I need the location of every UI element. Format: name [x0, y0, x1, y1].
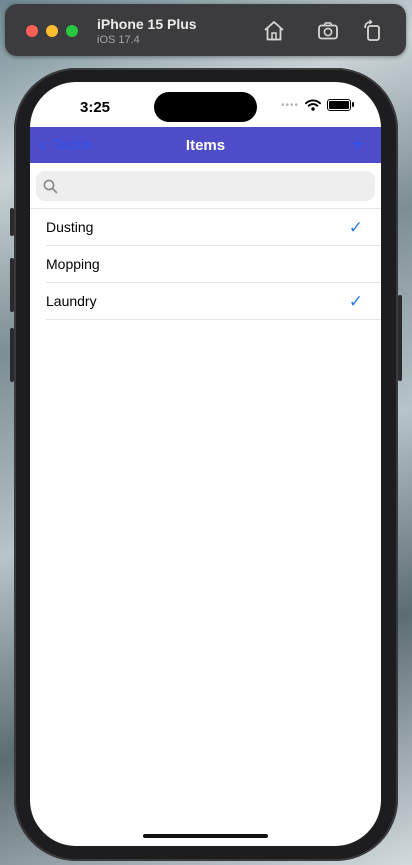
search-bar[interactable]	[36, 171, 375, 201]
zoom-window-button[interactable]	[66, 25, 78, 37]
screenshot-button[interactable]	[316, 19, 340, 43]
battery-icon	[327, 99, 354, 111]
app-screen: 3:25 •••• ‹ Todos Items + Dusting ✓ Mopp…	[30, 82, 381, 846]
checkmark-icon: ✓	[348, 218, 363, 237]
screenshot-icon	[318, 22, 338, 40]
dynamic-island	[154, 92, 257, 122]
navigation-bar: ‹ Todos Items +	[30, 127, 381, 163]
simulator-title-bar: iPhone 15 Plus iOS 17.4	[5, 4, 406, 56]
minimize-window-button[interactable]	[46, 25, 58, 37]
list-item-label: Mopping	[46, 256, 100, 272]
add-item-button[interactable]: +	[351, 133, 364, 155]
search-icon	[43, 179, 58, 193]
volume-up-button[interactable]	[10, 258, 14, 312]
close-window-button[interactable]	[26, 25, 38, 37]
device-name: iPhone 15 Plus	[97, 16, 197, 32]
checkmark-icon: ✓	[348, 292, 363, 311]
list-item-label: Dusting	[46, 219, 94, 235]
home-indicator[interactable]	[143, 834, 268, 838]
cellular-dots-icon: ••••	[280, 99, 299, 111]
items-list: Dusting ✓ Mopping Laundry ✓	[30, 208, 381, 320]
list-item-label: Laundry	[46, 293, 97, 309]
list-item[interactable]: Dusting ✓	[30, 208, 381, 245]
status-icons: ••••	[280, 99, 354, 111]
list-item[interactable]: Mopping	[46, 245, 381, 282]
list-item[interactable]: Laundry ✓	[46, 282, 381, 320]
home-icon	[264, 21, 284, 41]
search-input[interactable]	[58, 171, 375, 201]
volume-down-button[interactable]	[10, 328, 14, 382]
action-button[interactable]	[10, 208, 14, 236]
power-button[interactable]	[398, 295, 402, 381]
home-button[interactable]	[262, 19, 286, 43]
wifi-icon	[305, 99, 321, 111]
rotate-button[interactable]	[361, 19, 385, 43]
page-title: Items	[185, 137, 226, 154]
rotate-icon	[364, 19, 380, 41]
os-version: iOS 17.4	[97, 34, 140, 46]
status-time: 3:25	[80, 99, 111, 116]
